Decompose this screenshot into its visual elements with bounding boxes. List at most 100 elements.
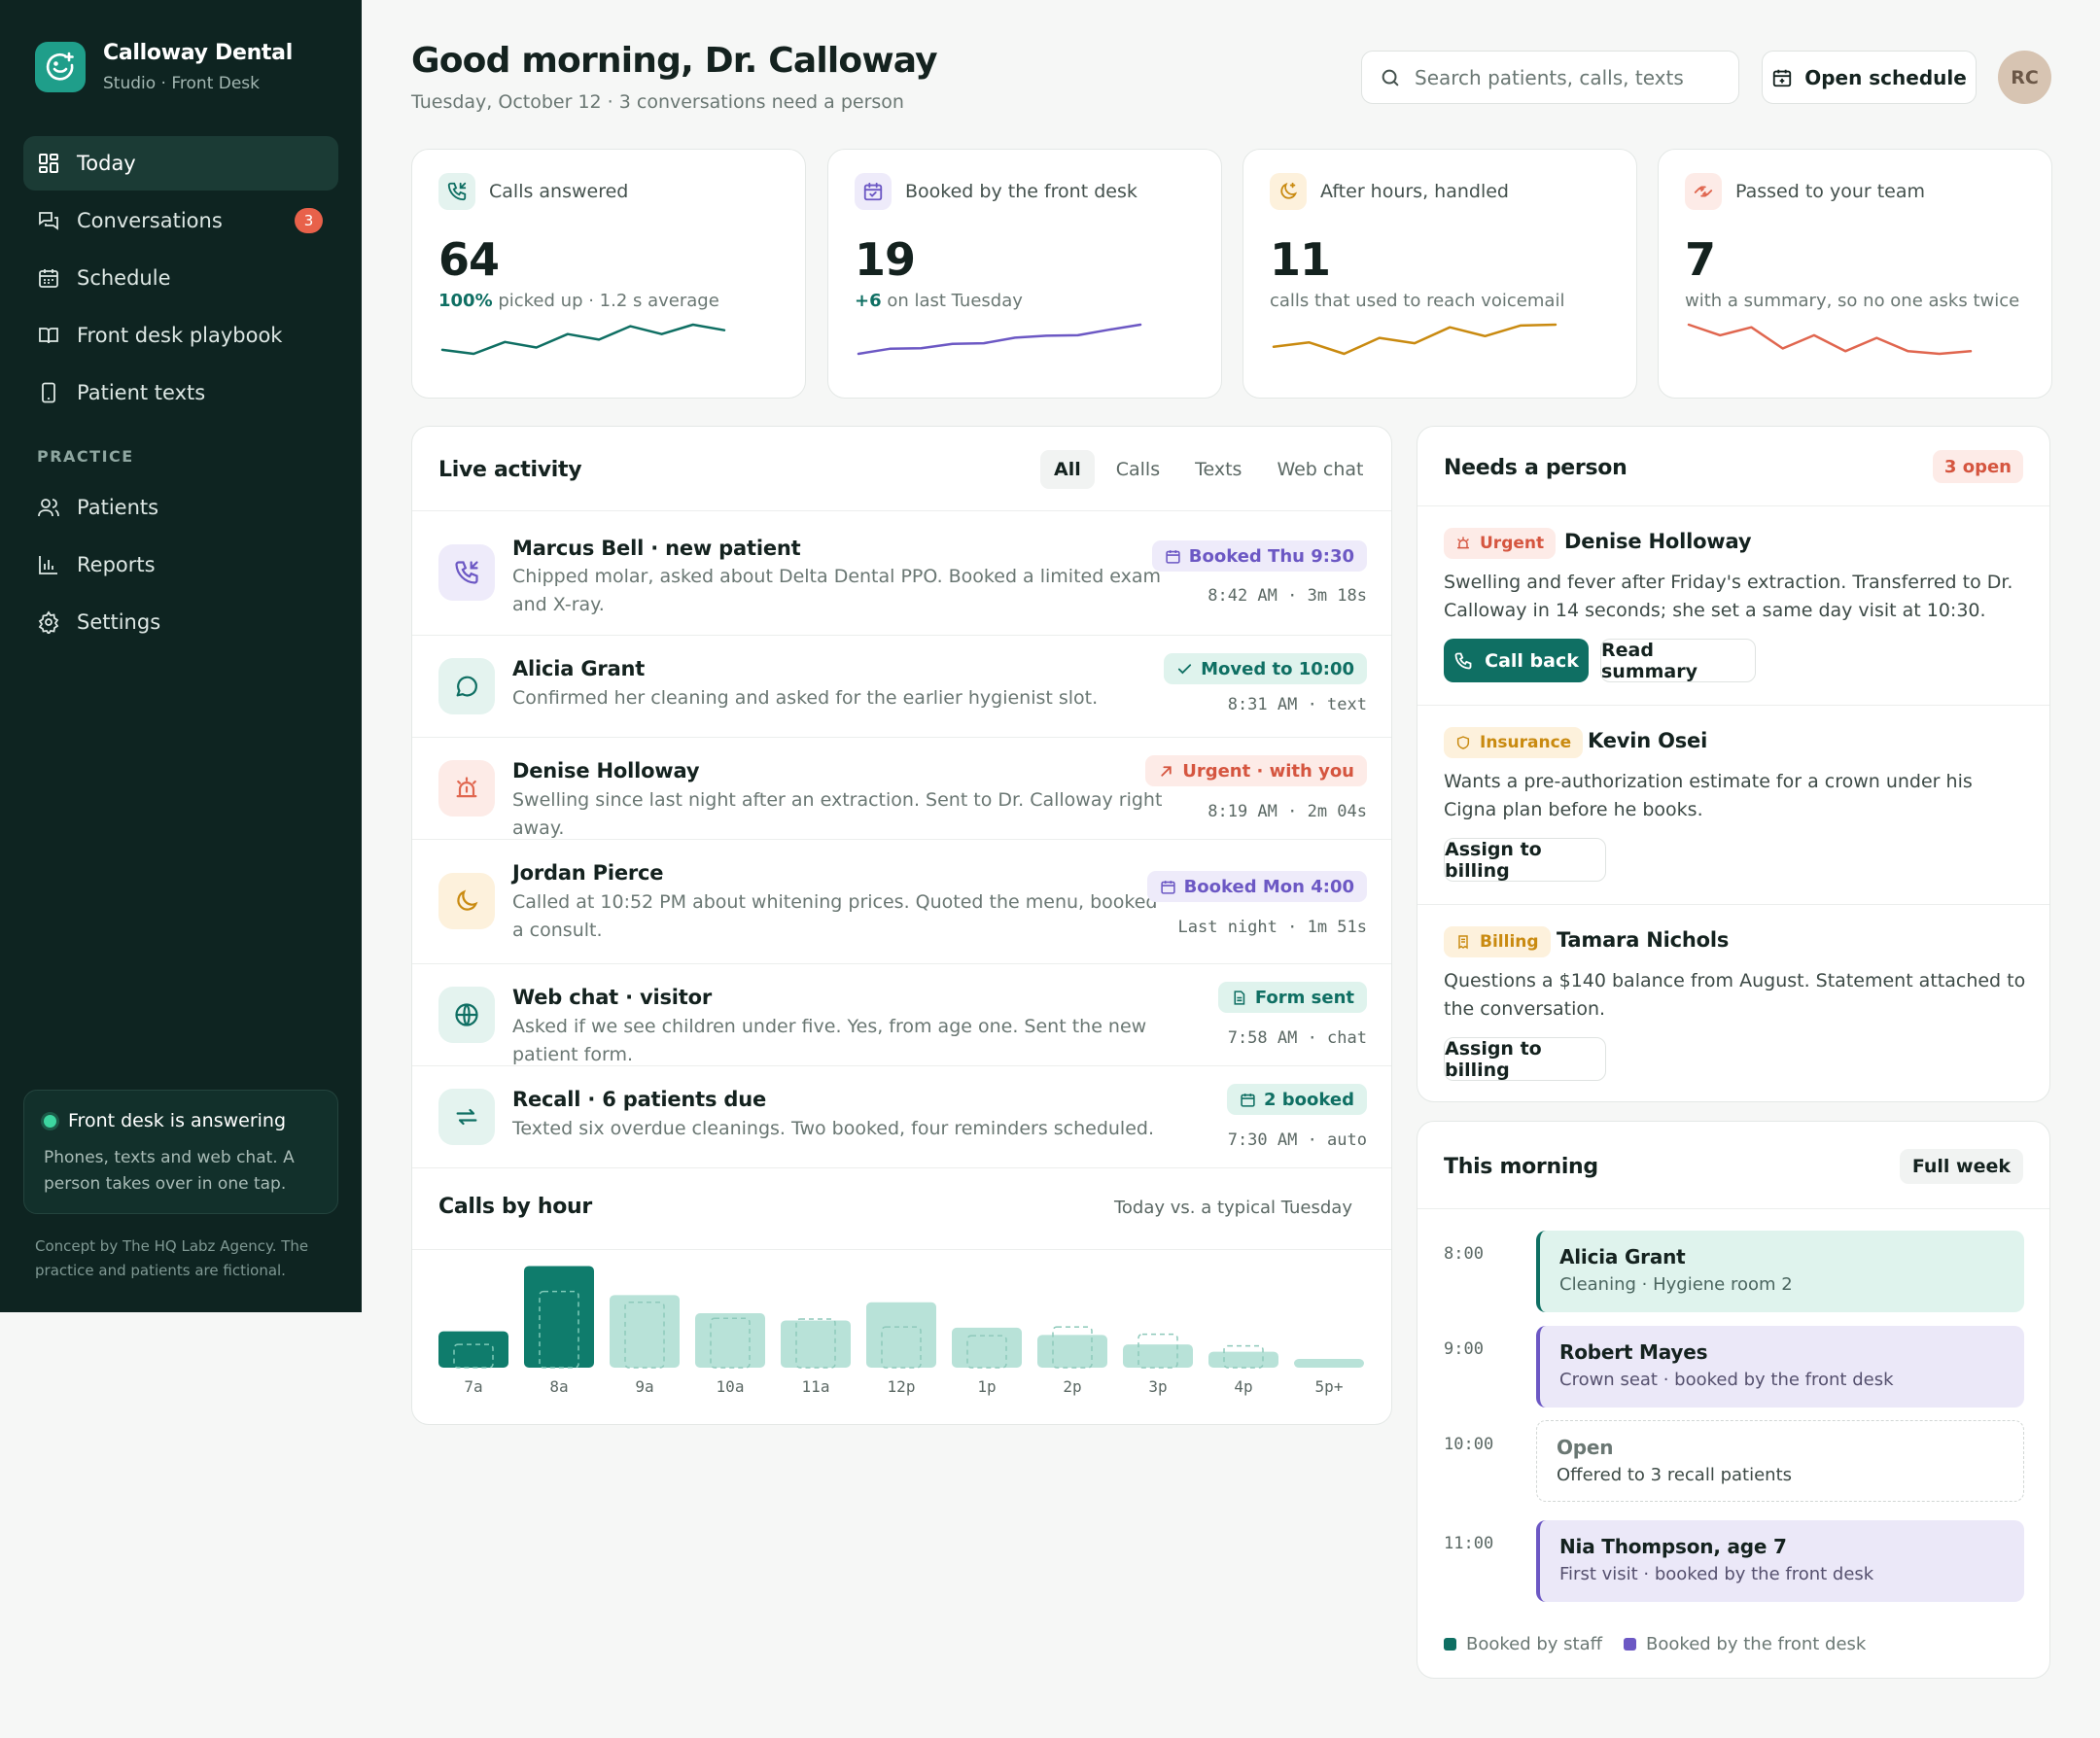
activity-name: Web chat · visitor bbox=[512, 986, 713, 1009]
call-back-label: Call back bbox=[1485, 649, 1579, 672]
sidebar: Calloway Dental Studio · Front Desk Toda… bbox=[0, 0, 362, 1312]
search-icon bbox=[1382, 69, 1399, 86]
nav-item-label: Reports bbox=[77, 553, 156, 576]
bar-today-4p[interactable] bbox=[1208, 1351, 1278, 1368]
need-desc: Swelling and fever after Friday's extrac… bbox=[1444, 572, 2013, 621]
appointment-slot-robert-mayes[interactable]: Robert Mayes Crown seat · booked by the … bbox=[1536, 1326, 2024, 1408]
divider bbox=[412, 1249, 1391, 1250]
bar-today-10a[interactable] bbox=[695, 1313, 765, 1368]
nav-item-today[interactable]: Today bbox=[23, 136, 338, 191]
sparkline-booked bbox=[857, 323, 1142, 356]
assign-to-billing-button[interactable]: Assign to billing bbox=[1444, 838, 1606, 882]
gear-icon bbox=[38, 610, 59, 634]
stat-card-booked: Booked by the front desk 19 +6 on last T… bbox=[827, 149, 1222, 399]
needs-title: Needs a person bbox=[1444, 456, 1628, 480]
sparkline-line bbox=[1272, 323, 1558, 356]
nav-item-schedule[interactable]: Schedule bbox=[23, 251, 338, 305]
filter-tab-calls[interactable]: Calls bbox=[1102, 450, 1173, 489]
status-badge: Form sent bbox=[1217, 982, 1367, 1013]
x-tick-label: 9a bbox=[635, 1377, 653, 1396]
open-count-badge: 3 open bbox=[1932, 450, 2023, 483]
practice-nav: Patients Reports Settings bbox=[23, 480, 338, 652]
page-title: Good morning, Dr. Calloway bbox=[411, 41, 938, 81]
nav-item-label: Conversations bbox=[77, 209, 223, 232]
divider bbox=[1418, 1208, 2049, 1209]
divider bbox=[412, 1167, 1391, 1168]
filter-tab-texts[interactable]: Texts bbox=[1181, 450, 1255, 489]
nav-item-reports[interactable]: Reports bbox=[23, 538, 338, 592]
stat-sub: on last Tuesday bbox=[881, 291, 1023, 311]
slot-title: Robert Mayes bbox=[1559, 1340, 1708, 1364]
status-badge-label: Booked Thu 9:30 bbox=[1188, 545, 1354, 567]
smile-logo-icon bbox=[35, 42, 86, 92]
activity-row-recall[interactable]: Recall · 6 patients due Texted six overd… bbox=[412, 1066, 1393, 1167]
slot-title: Open bbox=[1557, 1436, 1614, 1459]
users-icon bbox=[38, 499, 59, 517]
slot-time: 11:00 bbox=[1444, 1534, 1494, 1553]
slot-sub: Cleaning · Hygiene room 2 bbox=[1559, 1274, 1793, 1295]
chart-subtitle: Today vs. a typical Tuesday bbox=[1113, 1198, 1352, 1218]
x-tick-label: 1p bbox=[977, 1377, 996, 1396]
bar-today-2p[interactable] bbox=[1037, 1335, 1107, 1368]
practice-section-label: PRACTICE bbox=[37, 447, 134, 466]
status-title: Front desk is answering bbox=[68, 1110, 287, 1131]
bar-today-11a[interactable] bbox=[781, 1320, 851, 1368]
handoff-icon bbox=[1685, 173, 1722, 210]
filter-tab-all[interactable]: All bbox=[1040, 450, 1095, 489]
bar-today-5p+[interactable] bbox=[1294, 1359, 1364, 1368]
x-tick-label: 3p bbox=[1148, 1377, 1167, 1396]
calendar-icon bbox=[1773, 69, 1792, 87]
status-badge-label: 2 booked bbox=[1264, 1089, 1354, 1110]
nav-item-settings[interactable]: Settings bbox=[23, 595, 338, 649]
form-icon bbox=[1234, 990, 1245, 1005]
activity-row-alicia-grant[interactable]: Alicia Grant Confirmed her cleaning and … bbox=[412, 636, 1393, 737]
activity-desc: Called at 10:52 PM about whitening price… bbox=[512, 891, 1158, 941]
bar-today-3p[interactable] bbox=[1123, 1344, 1193, 1368]
phone-icon bbox=[42, 382, 55, 403]
activity-row-web-chat-visitor[interactable]: Web chat · visitor Asked if we see child… bbox=[412, 964, 1393, 1065]
appointment-slot-open[interactable]: Open Offered to 3 recall patients bbox=[1536, 1420, 2024, 1502]
this-morning-panel: This morning Full week 8:00 Alicia Grant… bbox=[1417, 1121, 2050, 1679]
stat-label: Calls answered bbox=[489, 181, 629, 202]
activity-row-denise-holloway[interactable]: Denise Holloway Swelling since last nigh… bbox=[412, 738, 1393, 839]
nav-item-front-desk-playbook[interactable]: Front desk playbook bbox=[23, 308, 338, 363]
need-item-kevin-osei: Insurance Kevin Osei Wants a pre-authori… bbox=[1418, 706, 2051, 904]
globe-icon bbox=[438, 987, 495, 1043]
activity-desc: Texted six overdue cleanings. Two booked… bbox=[512, 1118, 1154, 1139]
brand-name: Calloway Dental bbox=[103, 41, 293, 65]
search-input[interactable] bbox=[1415, 65, 1726, 89]
bar-today-12p[interactable] bbox=[866, 1302, 936, 1368]
avatar[interactable]: RC bbox=[1998, 51, 2051, 104]
insurance-tag: Insurance bbox=[1444, 727, 1584, 758]
nav-item-label: Today bbox=[77, 152, 136, 175]
appointment-slot-alicia-grant[interactable]: Alicia Grant Cleaning · Hygiene room 2 bbox=[1536, 1231, 2024, 1312]
nav-item-patient-texts[interactable]: Patient texts bbox=[23, 365, 338, 420]
appointment-slot-nia-thompson[interactable]: Nia Thompson, age 7 First visit · booked… bbox=[1536, 1520, 2024, 1602]
bar-today-1p[interactable] bbox=[952, 1327, 1022, 1368]
call-back-button[interactable]: Call back bbox=[1444, 639, 1589, 682]
phone-incoming-icon bbox=[438, 173, 475, 210]
activity-meta: 8:19 AM · 2m 04s bbox=[1208, 802, 1367, 821]
bar-today-7a[interactable] bbox=[438, 1331, 508, 1368]
activity-row-marcus-bell[interactable]: Marcus Bell · new patient Chipped molar,… bbox=[412, 511, 1393, 635]
x-tick-label: 4p bbox=[1234, 1377, 1252, 1396]
full-week-button[interactable]: Full week bbox=[1899, 1149, 2023, 1184]
tag-label: Billing bbox=[1480, 932, 1539, 952]
filter-tab-web-chat[interactable]: Web chat bbox=[1263, 450, 1377, 489]
brand[interactable]: Calloway Dental Studio · Front Desk bbox=[35, 41, 293, 93]
open-schedule-button[interactable]: Open schedule bbox=[1762, 51, 1977, 104]
search-box[interactable] bbox=[1361, 51, 1739, 104]
nav-item-patients[interactable]: Patients bbox=[23, 480, 338, 535]
nav-item-label: Patient texts bbox=[77, 381, 206, 404]
x-tick-label: 2p bbox=[1063, 1377, 1081, 1396]
nav-item-conversations[interactable]: Conversations 3 bbox=[23, 193, 338, 248]
activity-desc: Asked if we see children under five. Yes… bbox=[512, 1016, 1147, 1065]
read-summary-button[interactable]: Read summary bbox=[1600, 639, 1756, 682]
bar-today-8a[interactable] bbox=[524, 1266, 594, 1368]
assign-to-billing-button[interactable]: Assign to billing bbox=[1444, 1037, 1606, 1081]
stat-value: 11 bbox=[1270, 233, 1331, 286]
activity-row-jordan-pierce[interactable]: Jordan Pierce Called at 10:52 PM about w… bbox=[412, 840, 1393, 963]
bar-today-9a[interactable] bbox=[610, 1295, 680, 1368]
status-badge-label: Moved to 10:00 bbox=[1201, 658, 1354, 679]
stat-highlight: 100% bbox=[438, 291, 493, 311]
